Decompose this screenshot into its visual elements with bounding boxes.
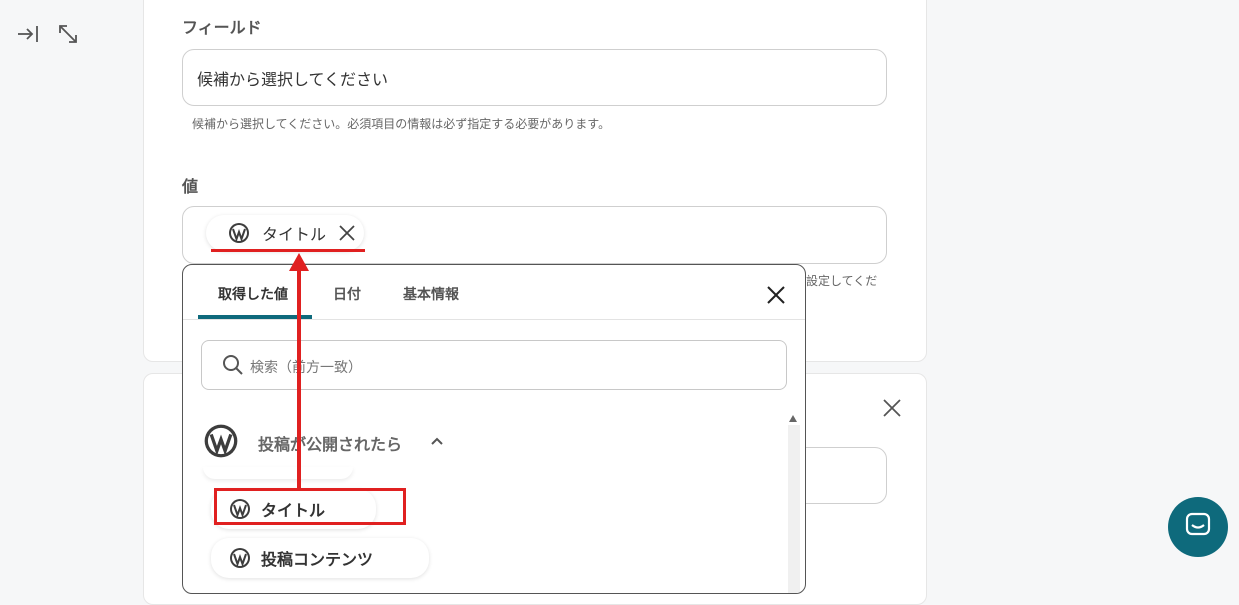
field-select[interactable]: 候補から選択してください bbox=[182, 49, 887, 106]
scroll-up-arrow[interactable] bbox=[789, 415, 797, 422]
group-title[interactable]: 投稿が公開されたら bbox=[258, 431, 402, 455]
value-chip-label: タイトル bbox=[262, 225, 327, 244]
list-item-label: 投稿コンテンツ bbox=[261, 550, 374, 569]
annotation-arrow-line bbox=[297, 268, 301, 490]
collapse-panel-icon[interactable] bbox=[16, 22, 40, 46]
expand-icon[interactable] bbox=[56, 22, 80, 46]
wordpress-group-icon bbox=[203, 423, 239, 463]
field-helper-text: 候補から選択してください。必須項目の情報は必ず指定する必要があります。 bbox=[192, 117, 611, 131]
tab-acquired-values[interactable]: 取得した値 bbox=[218, 284, 288, 304]
value-label: 値 bbox=[182, 177, 199, 196]
scrollbar-track[interactable] bbox=[788, 425, 800, 593]
search-icon bbox=[222, 354, 244, 380]
item-shadow bbox=[203, 467, 353, 479]
annotation-arrow-head bbox=[289, 253, 309, 271]
wordpress-icon bbox=[228, 222, 250, 244]
tab-basic-info[interactable]: 基本情報 bbox=[403, 284, 459, 304]
value-chip[interactable]: タイトル bbox=[206, 215, 364, 251]
value-picker-panel: 検索（前方一致） 投稿が公開されたら タイトル 投稿コンテンツ bbox=[182, 264, 806, 594]
tab-date[interactable]: 日付 bbox=[333, 284, 361, 304]
value-helper-fragment: 設定してくだ bbox=[806, 274, 878, 288]
active-tab-indicator bbox=[198, 315, 312, 319]
search-placeholder: 検索（前方一致） bbox=[250, 360, 362, 376]
chevron-up-icon[interactable] bbox=[429, 433, 445, 453]
list-item-content[interactable]: 投稿コンテンツ bbox=[211, 538, 429, 578]
field-select-placeholder: 候補から選択してください bbox=[197, 70, 389, 89]
panel-tabs-divider bbox=[183, 319, 805, 320]
chip-underline-highlight bbox=[211, 249, 365, 252]
search-input[interactable]: 検索（前方一致） bbox=[201, 340, 787, 390]
close-card-icon[interactable] bbox=[882, 398, 902, 418]
remove-chip-icon[interactable] bbox=[338, 224, 356, 242]
chat-icon bbox=[1183, 510, 1213, 544]
highlight-box bbox=[214, 488, 406, 525]
field-label: フィールド bbox=[182, 18, 262, 37]
chat-button[interactable] bbox=[1168, 497, 1228, 557]
close-panel-icon[interactable] bbox=[765, 284, 787, 306]
wordpress-icon bbox=[229, 547, 251, 569]
